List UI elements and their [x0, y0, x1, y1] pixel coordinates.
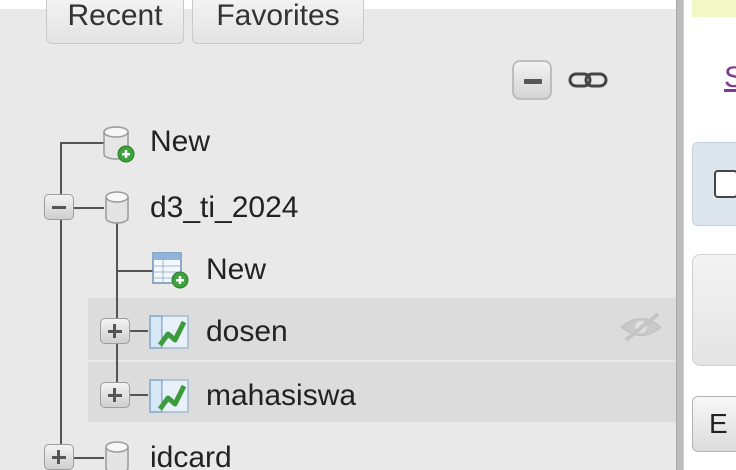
main-link[interactable]: S — [724, 60, 736, 96]
new-database-icon — [103, 126, 135, 163]
panel-splitter[interactable] — [676, 0, 684, 470]
collapse-all-icon[interactable] — [512, 60, 552, 100]
tree-line-dosen — [128, 330, 148, 332]
tree-line-idcard — [74, 457, 104, 459]
main-panel: S E — [684, 0, 736, 470]
expand-idcard-icon[interactable] — [44, 444, 74, 470]
database-label-idcard[interactable]: idcard — [150, 440, 232, 470]
new-table-label[interactable]: New — [206, 252, 266, 288]
expand-dosen-icon[interactable] — [100, 318, 130, 344]
navigation-controls — [512, 60, 622, 100]
database-icon — [105, 191, 129, 224]
table-label-dosen[interactable]: dosen — [206, 314, 288, 350]
option-checkbox[interactable] — [714, 170, 736, 198]
main-button[interactable]: E — [692, 396, 736, 452]
navigation-panel: Recent Favorites New d3_ti_2024 New dose… — [0, 0, 676, 470]
phpmyadmin-window: Recent Favorites New d3_ti_2024 New dose… — [0, 0, 736, 470]
new-table-icon — [152, 252, 189, 289]
database-icon — [105, 441, 129, 470]
tree-line-db — [74, 207, 104, 209]
table-icon[interactable] — [148, 376, 194, 416]
collapse-database-icon[interactable] — [44, 194, 74, 220]
link-icon[interactable] — [568, 70, 608, 90]
expand-mahasiswa-icon[interactable] — [100, 382, 130, 408]
recent-tab[interactable]: Recent — [46, 0, 184, 44]
tree-line-db-children — [116, 222, 118, 396]
new-database-label[interactable]: New — [150, 124, 210, 160]
tree-line-new — [60, 142, 104, 144]
hide-eye-icon[interactable] — [618, 312, 664, 342]
notice-strip — [692, 0, 736, 17]
favorites-tab[interactable]: Favorites — [192, 0, 364, 44]
action-panel — [692, 254, 736, 366]
tree-line-mahasiswa — [128, 394, 148, 396]
table-icon[interactable] — [148, 312, 194, 352]
database-label[interactable]: d3_ti_2024 — [150, 190, 298, 226]
table-label-mahasiswa[interactable]: mahasiswa — [206, 378, 356, 414]
tree-line-root — [60, 142, 62, 470]
